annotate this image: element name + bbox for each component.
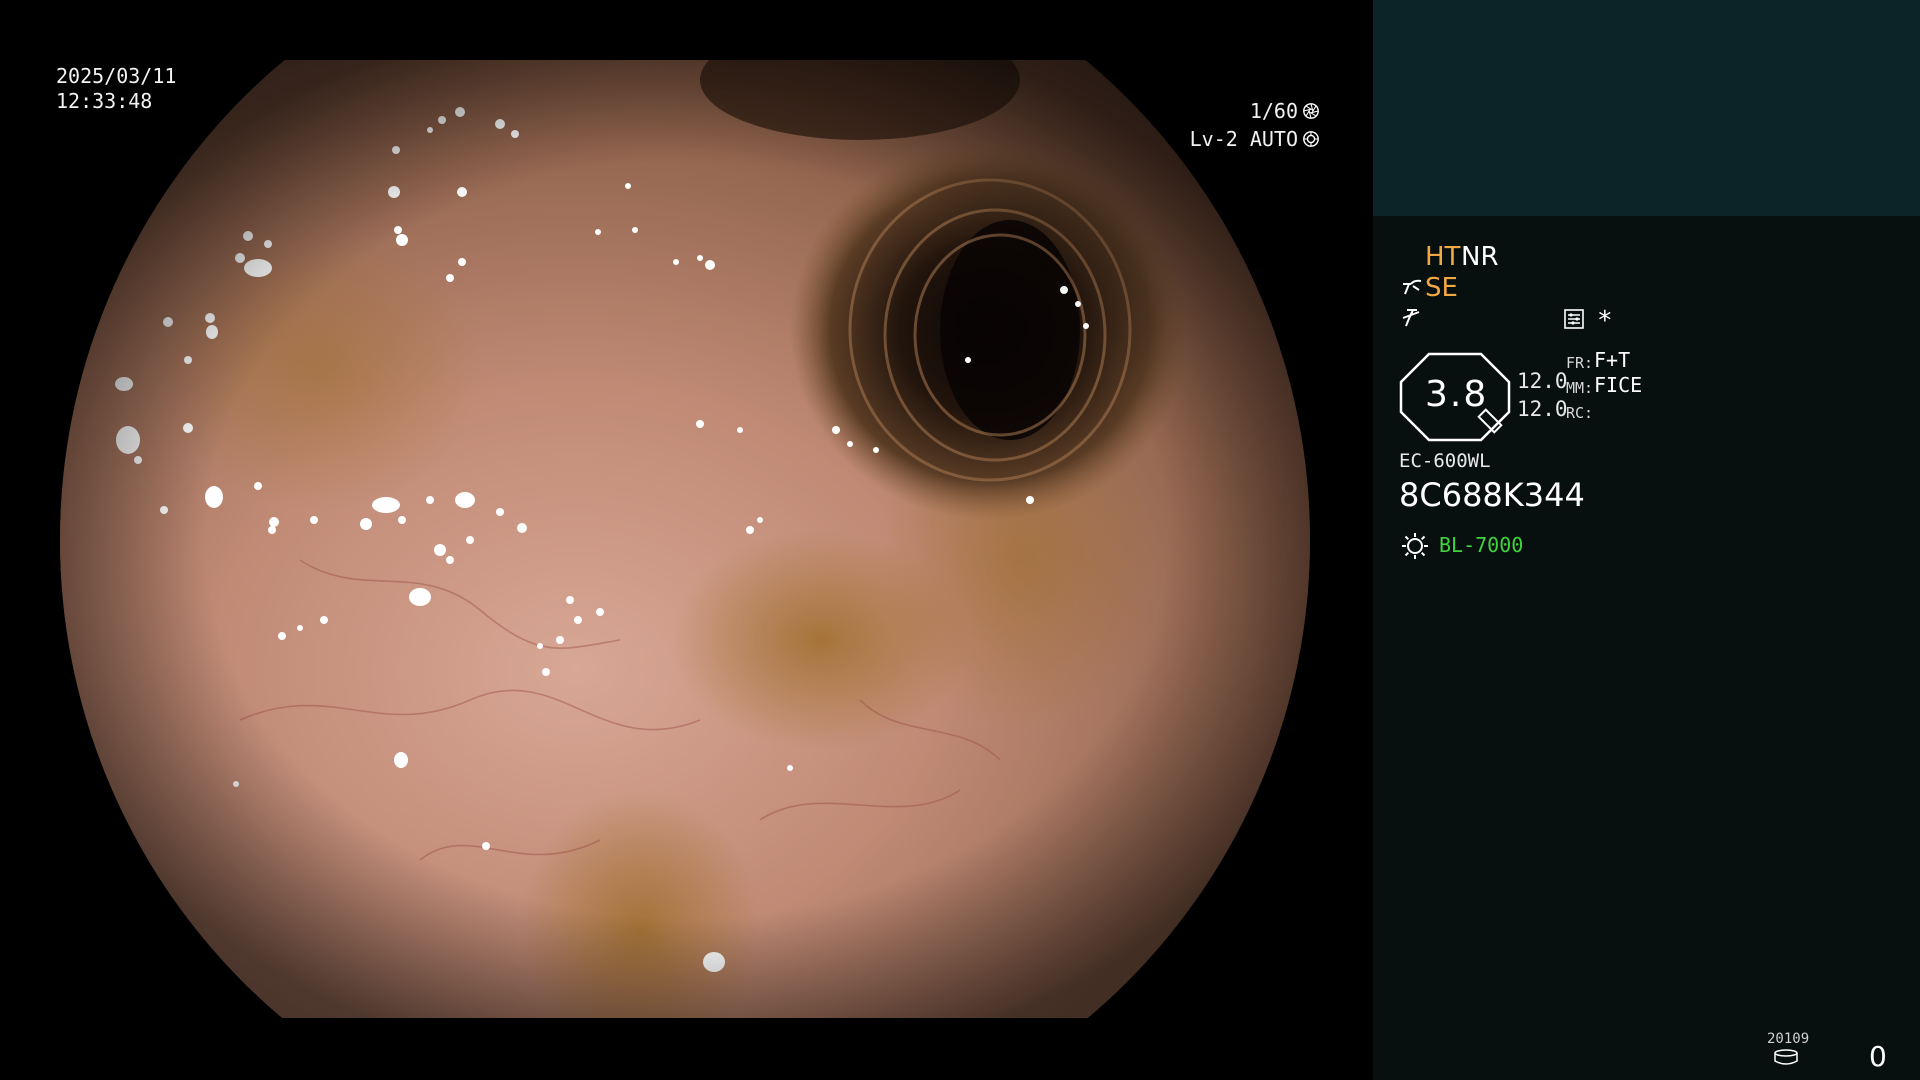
light-source-label: BL-7000 bbox=[1439, 533, 1524, 557]
nr-mode-label: NR bbox=[1461, 242, 1499, 272]
aperture-icon bbox=[1303, 103, 1319, 119]
panel-header-block bbox=[1373, 0, 1920, 216]
asterisk-indicator: * bbox=[1597, 306, 1613, 336]
status-panel: HT NR SE * 3.8 12.0 12.0 FR: F+T MM: FIC… bbox=[1373, 0, 1920, 1080]
endoscope-image bbox=[60, 60, 1310, 1018]
brightness-level-display: Lv-2 AUTO bbox=[1190, 126, 1320, 152]
fr-value: F+T bbox=[1594, 348, 1631, 372]
image-counter-value: 0 bbox=[1869, 1040, 1887, 1073]
ht-mode-label: HT bbox=[1425, 242, 1461, 272]
se-mode-label: SE bbox=[1425, 273, 1458, 303]
setting-value-1: 12.0 bbox=[1517, 369, 1568, 393]
brightness-level-value: Lv-2 AUTO bbox=[1189, 127, 1298, 151]
rc-key-label: RC: bbox=[1566, 404, 1594, 422]
mm-key-label: MM: bbox=[1566, 379, 1594, 397]
magnification-value: 3.8 bbox=[1425, 374, 1489, 415]
date-display: 2025/03/11 bbox=[56, 64, 177, 88]
iris-icon bbox=[1303, 131, 1319, 147]
structure-enhance-icon bbox=[1403, 279, 1422, 295]
setting-value-2: 12.0 bbox=[1517, 397, 1568, 421]
settings-list-icon bbox=[1564, 309, 1584, 329]
scope-model-label: EC-600WL bbox=[1399, 450, 1491, 472]
signal-curve-icon bbox=[1402, 309, 1420, 327]
image-counter-label: 20109 bbox=[1767, 1031, 1810, 1047]
scope-serial-number: 8C688K344 bbox=[1399, 476, 1585, 514]
light-source-icon bbox=[1402, 533, 1428, 559]
shutter-display: 1/60 bbox=[1250, 98, 1320, 124]
mm-value: FICE bbox=[1594, 373, 1643, 397]
fr-key-label: FR: bbox=[1566, 354, 1594, 372]
time-display: 12:33:48 bbox=[56, 89, 153, 113]
shutter-value: 1/60 bbox=[1249, 99, 1298, 123]
endoscope-video-area: 2025/03/11 12:33:48 1/60 Lv-2 AUTO bbox=[0, 0, 1372, 1080]
storage-disk-icon bbox=[1774, 1049, 1798, 1065]
